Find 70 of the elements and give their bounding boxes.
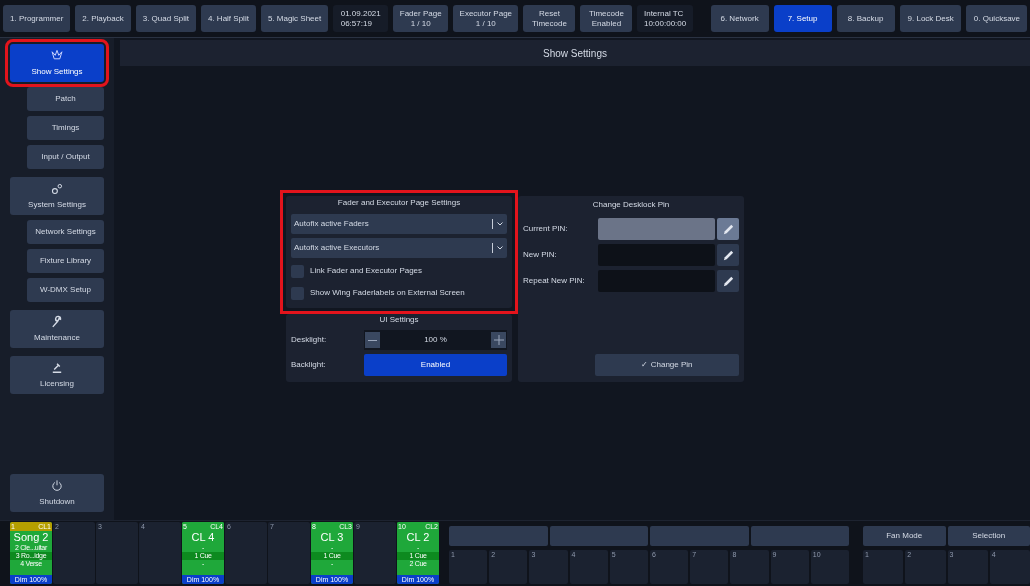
status-display: 01.09.2021 06:57:19	[333, 5, 389, 32]
tile-name: Song 2	[12, 531, 50, 544]
page-title: Show Settings	[120, 40, 1030, 66]
plus-icon[interactable]	[491, 332, 506, 348]
gavel-icon	[50, 360, 64, 375]
checkbox-label: Show Wing Faderlabels on External Screen	[310, 287, 465, 299]
tile-name: CL 2	[405, 531, 431, 544]
toolbar-button[interactable]: 4. Half Split	[200, 5, 256, 32]
dropdown[interactable]: Autofix active Executors	[291, 238, 507, 258]
field-label: Backlight:	[291, 359, 327, 371]
screen-tab[interactable]: 7. Setup	[773, 5, 832, 32]
stepper[interactable]: 100 %	[364, 330, 507, 350]
pencil-icon	[721, 248, 735, 262]
checkbox-label: Link Fader and Executor Pages	[310, 265, 423, 277]
toolbar-button[interactable]: 3. Quad Split	[135, 5, 196, 32]
panel-title: Fader and Executor Page Settings	[336, 197, 462, 209]
pin-field[interactable]	[598, 244, 715, 266]
executor-button[interactable]	[650, 526, 749, 546]
minus-icon[interactable]	[365, 332, 380, 348]
wrench-icon	[50, 314, 64, 329]
toggle-button[interactable]: Enabled	[364, 354, 507, 376]
screen-tab[interactable]: 6. Network	[710, 5, 769, 32]
toolbar-button[interactable]: Fader Page 1 / 10	[393, 5, 449, 32]
checkbox[interactable]	[291, 264, 304, 278]
sidebar-item[interactable]: Maintenance	[10, 310, 104, 348]
caret-icon	[497, 222, 503, 226]
toolbar-button[interactable]: Reset Timecode	[523, 5, 576, 32]
executor-button[interactable]	[549, 526, 648, 546]
executor-button[interactable]	[750, 526, 849, 546]
toolbar-button[interactable]: 2. Playback	[75, 5, 131, 32]
gears-icon	[50, 181, 64, 196]
sidebar-item[interactable]: Timings	[27, 116, 104, 140]
edit-button[interactable]	[717, 218, 739, 240]
pencil-icon	[721, 222, 735, 236]
screen-tab[interactable]: 8. Backup	[836, 5, 895, 32]
toolbar-button[interactable]: Timecode Enabled	[580, 5, 633, 32]
shutdown-button[interactable]: Shutdown	[10, 474, 104, 512]
executor-button[interactable]	[449, 526, 548, 546]
sidebar-item[interactable]: Fixture Library	[27, 249, 104, 273]
dropdown[interactable]: Autofix active Faders	[291, 214, 507, 234]
sidebar-item[interactable]: Licensing	[10, 356, 104, 394]
tile-name: CL 4	[190, 531, 216, 544]
change-pin-button[interactable]: ✓ Change Pin	[595, 354, 739, 376]
sidebar-item[interactable]: W-DMX Setup	[27, 278, 104, 302]
sidebar-item[interactable]: Network Settings	[27, 220, 104, 244]
screen-tab[interactable]: 0. Quicksave	[965, 5, 1027, 32]
checkbox[interactable]	[291, 286, 304, 300]
field-label: Repeat New PIN:	[523, 275, 586, 287]
field-label: Current PIN:	[523, 223, 569, 235]
status-display: Internal TC 10:00:00:00	[637, 5, 693, 32]
power-icon	[50, 478, 64, 493]
pencil-icon	[721, 274, 735, 288]
toolbar-button[interactable]: 1. Programmer	[3, 5, 71, 32]
field-label: New PIN:	[523, 249, 558, 261]
wing-button[interactable]: Fan Mode	[863, 526, 946, 546]
toolbar-button[interactable]: Executor Page 1 / 10	[453, 5, 519, 32]
sidebar-item[interactable]: Patch	[27, 87, 104, 111]
caret-icon	[497, 246, 503, 250]
field-label: Desklight:	[291, 334, 328, 346]
pin-field[interactable]	[598, 270, 715, 292]
sidebar-item[interactable]: Input / Output	[27, 145, 104, 169]
wing-button[interactable]: Selection	[947, 526, 1030, 546]
edit-button[interactable]	[717, 270, 739, 292]
edit-button[interactable]	[717, 244, 739, 266]
panel-title: UI Settings	[378, 314, 420, 326]
tile-name: CL 3	[319, 531, 345, 544]
toolbar-button[interactable]: 5. Magic Sheet	[260, 5, 329, 32]
screen-tab[interactable]: 9. Lock Desk	[899, 5, 961, 32]
panel-title: Change Desklock Pin	[591, 199, 671, 211]
sidebar-item[interactable]: System Settings	[10, 177, 104, 215]
